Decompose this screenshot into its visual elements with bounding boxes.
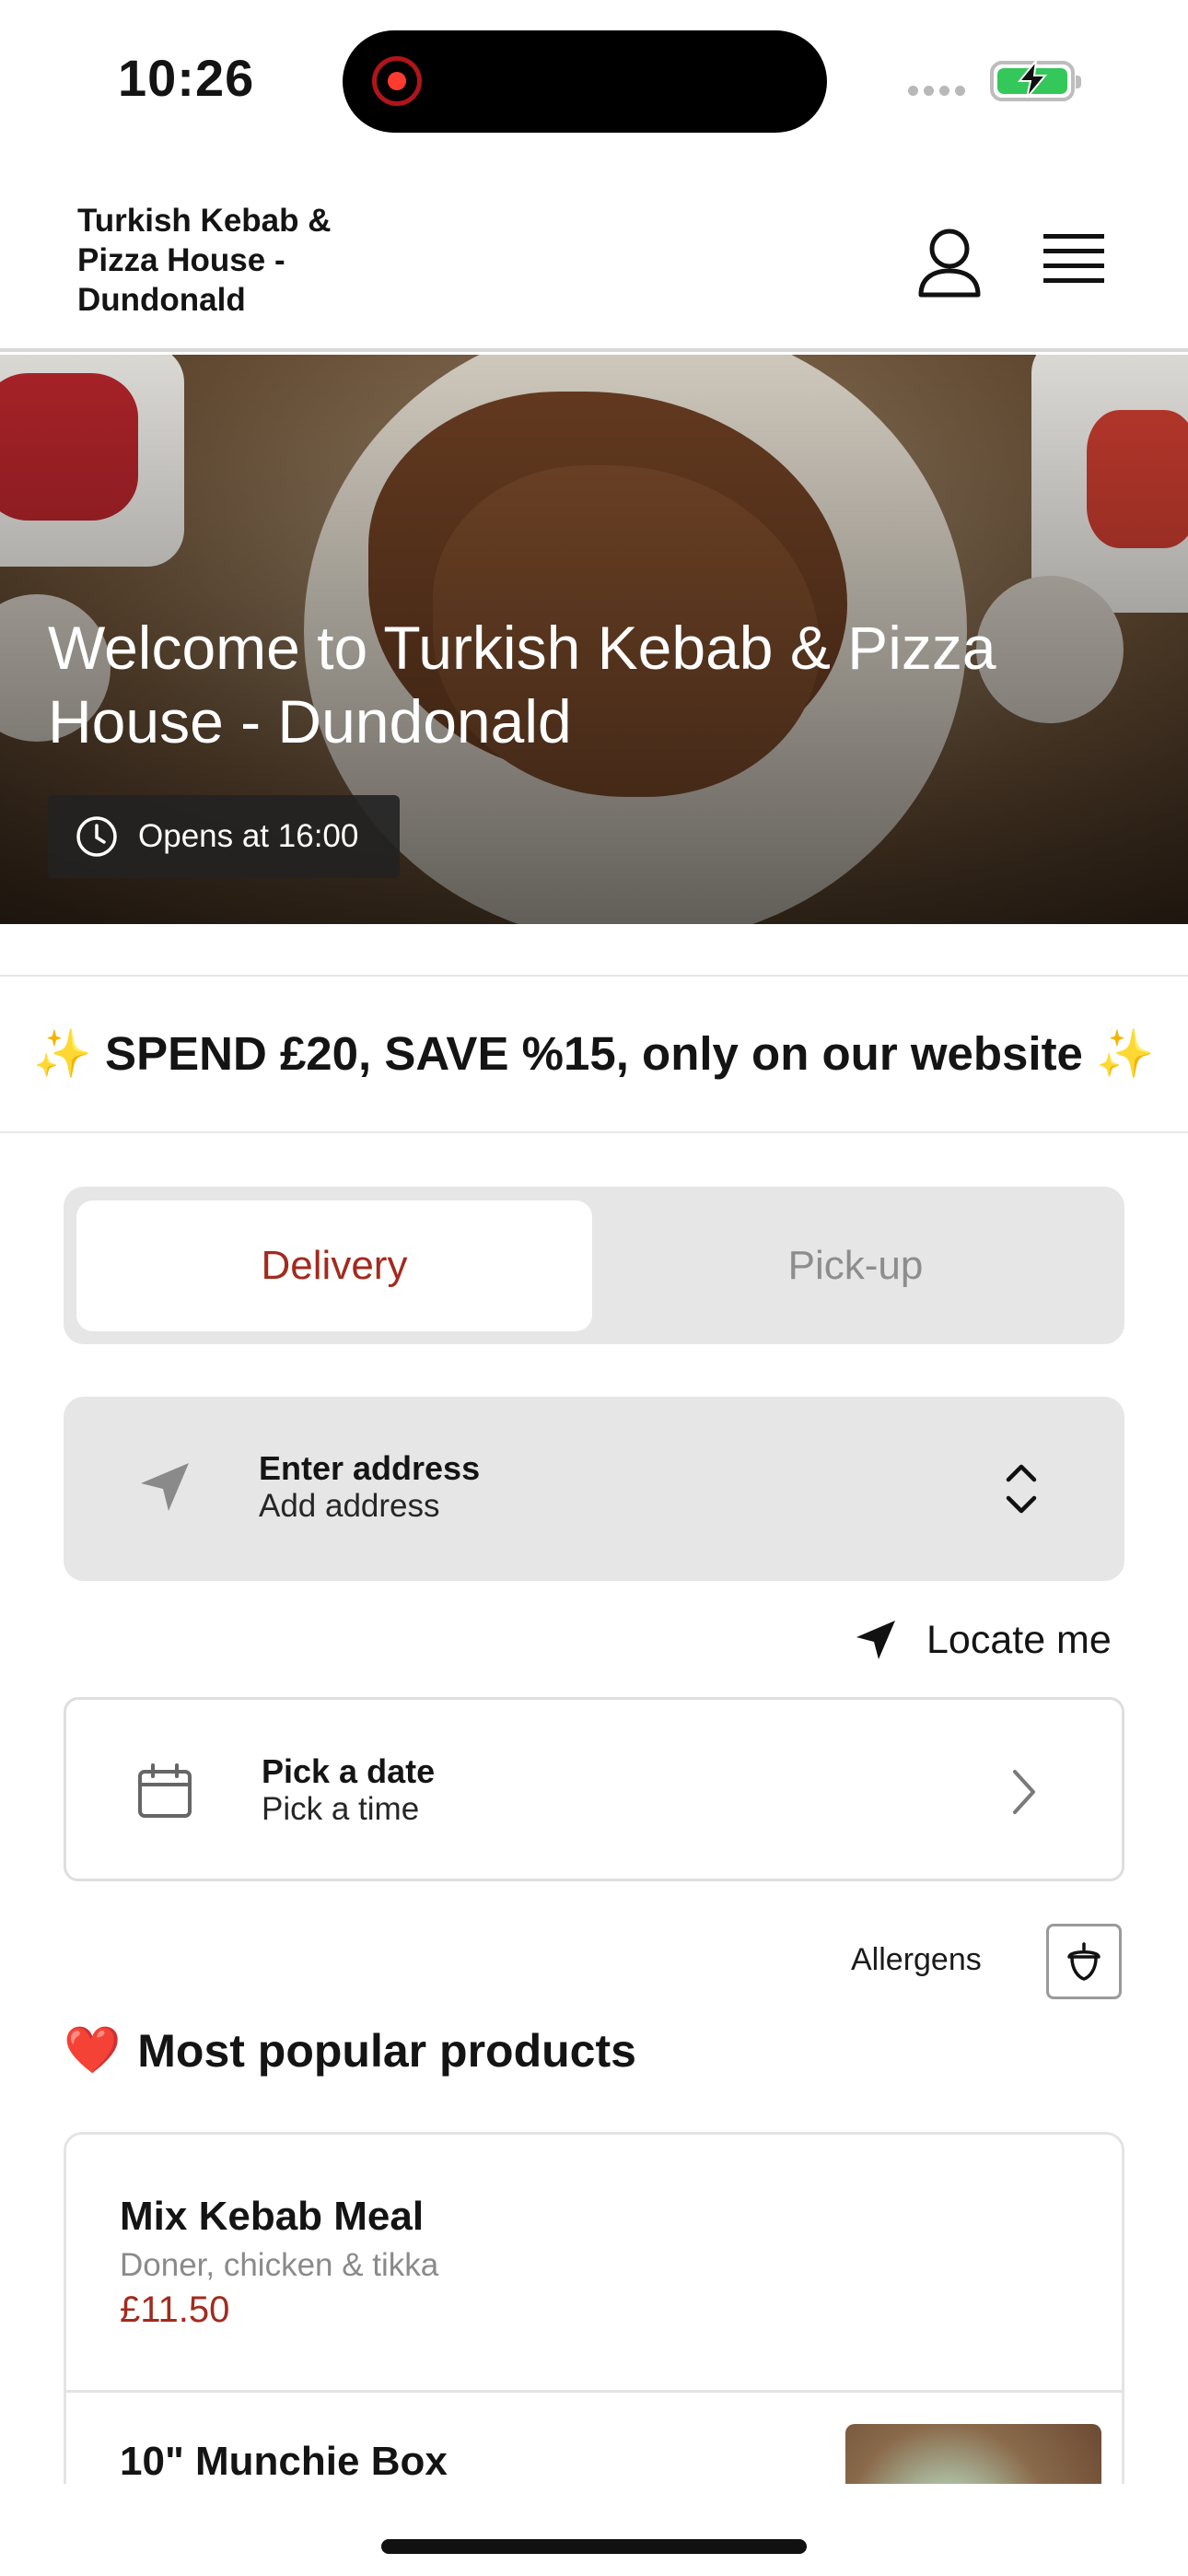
delivery-tab[interactable]: Delivery [76,1200,592,1331]
locate-me-button[interactable]: Locate me [855,1614,1112,1666]
heart-icon: ❤️ [64,2024,122,2076]
schedule-subtitle: Pick a time [262,1791,420,1827]
product-name: 10" Munchie Box [120,2439,448,2484]
status-time: 10:26 [118,49,255,107]
cellular-signal-icon [908,86,965,96]
allergens-button[interactable] [1046,1924,1122,1999]
status-bar: 10:26 [0,0,1188,166]
battery-icon [990,59,1081,101]
allergens-label: Allergens [851,1942,982,1977]
product-description: Doner, chicken & tikka [120,2247,439,2283]
screen-recording-icon [372,56,422,106]
order-mode-toggle: Delivery Pick-up [64,1187,1124,1344]
product-name: Mix Kebab Meal [120,2194,425,2239]
site-header: Turkish Kebab & Pizza House - Dundonald [0,175,1188,352]
popular-products-title: Most popular products [137,2024,636,2077]
schedule-title: Pick a date [262,1752,436,1790]
calendar-icon [138,1763,192,1818]
hero-title: Welcome to Turkish Kebab & Pizza House -… [48,614,996,755]
product-price: £11.50 [120,2289,230,2330]
acorn-icon [1067,1942,1101,1981]
pickup-tab[interactable]: Pick-up [598,1200,1113,1331]
chevron-right-icon [1013,1770,1035,1814]
promo-text: ✨ SPEND £20, SAVE %15, only on our websi… [33,1027,1155,1080]
schedule-picker[interactable]: Pick a date Pick a time [64,1697,1124,1881]
menu-icon[interactable] [1043,230,1104,289]
navigation-arrow-icon [141,1463,189,1511]
address-selector[interactable]: Enter address Add address [64,1397,1124,1581]
restaurant-name[interactable]: Turkish Kebab & Pizza House - Dundonald [77,201,409,320]
opening-status-badge: Opens at 16:00 [48,795,400,878]
hero-banner: Welcome to Turkish Kebab & Pizza House -… [0,355,1188,924]
promo-banner: ✨ SPEND £20, SAVE %15, only on our websi… [0,975,1188,1133]
product-card[interactable]: Mix Kebab Meal Doner, chicken & tikka £1… [66,2135,1122,2393]
chevron-up-down-icon [1006,1464,1037,1514]
user-icon[interactable] [917,228,982,299]
home-indicator[interactable] [381,2539,807,2554]
clock-icon [76,816,117,857]
charging-bolt-icon [1017,59,1048,99]
address-title: Enter address [259,1449,481,1487]
dynamic-island [343,30,827,133]
opening-status-text: Opens at 16:00 [138,818,359,854]
location-arrow-icon [856,1621,895,1659]
popular-products-heading: ❤️ Most popular products [64,2023,636,2078]
address-subtitle: Add address [259,1488,440,1524]
locate-me-label: Locate me [926,1617,1112,1662]
